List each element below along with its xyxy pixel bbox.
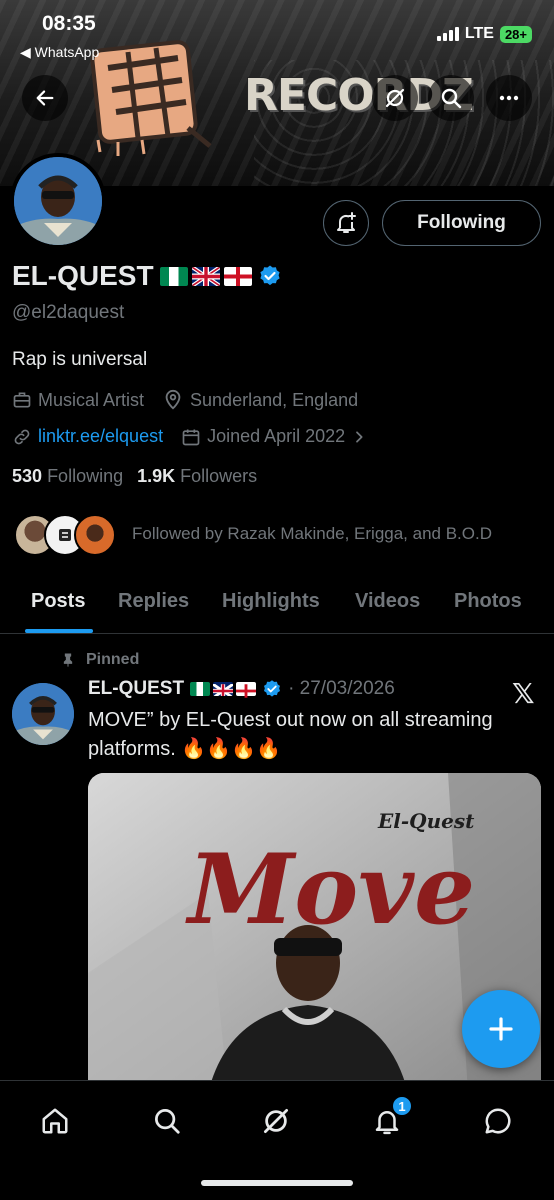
post-header: EL-QUEST · 27/03/2026: [88, 678, 395, 700]
pinned-label: Pinned: [86, 651, 140, 668]
battery-icon: 28+: [499, 25, 532, 43]
nav-home[interactable]: [33, 1099, 77, 1143]
back-button[interactable]: [22, 75, 68, 121]
location-pin-icon: [165, 389, 181, 410]
search-icon: [441, 88, 462, 109]
tab-highlights[interactable]: Highlights: [222, 590, 320, 613]
profile-tabs: Posts Replies Highlights Videos Photos: [0, 580, 554, 634]
link-icon: [14, 429, 30, 444]
home-icon: [42, 1108, 68, 1134]
following-button[interactable]: Following: [382, 200, 541, 246]
uk-flag-icon: [191, 266, 220, 286]
compose-post-button[interactable]: [462, 990, 540, 1068]
grok-icon: [264, 1109, 288, 1133]
messages-icon: [485, 1108, 511, 1134]
england-flag-icon: [236, 682, 257, 698]
post-flag-emojis: [190, 682, 257, 698]
search-icon: [155, 1109, 180, 1134]
briefcase-icon: [13, 392, 31, 408]
following-label: Following: [47, 466, 124, 486]
profile-meta-row-1: Musical Artist Sunderland, England: [12, 389, 358, 411]
nav-grok[interactable]: [254, 1099, 298, 1143]
grok-icon: [385, 88, 405, 108]
england-flag-icon: [223, 266, 252, 286]
profile-bio: Rap is universal: [12, 349, 148, 370]
nigeria-flag-icon: [190, 682, 211, 696]
status-indicators: LTE 28+: [436, 25, 532, 43]
home-indicator: [201, 1180, 353, 1186]
following-count: 530: [12, 466, 43, 486]
arrow-left-icon: [36, 90, 54, 106]
followers-label: Followers: [180, 466, 258, 486]
follow-counts: 530 Following 1.9K Followers: [12, 466, 257, 487]
status-time: 08:35: [42, 12, 96, 35]
post-author-name[interactable]: EL-QUEST: [88, 678, 184, 700]
signal-icon: [436, 27, 459, 41]
search-button[interactable]: [428, 75, 474, 121]
media-artist-text: El-Quest: [377, 809, 475, 833]
followed-by-text[interactable]: Followed by Razak Makinde, Erigga, and B…: [132, 524, 492, 544]
notification-badge: 1: [391, 1095, 413, 1117]
uk-flag-icon: [213, 682, 234, 696]
profile-name-row: EL-QUEST: [12, 260, 282, 292]
post-author-avatar[interactable]: [12, 683, 74, 745]
pinned-indicator: Pinned: [60, 651, 139, 669]
notify-button[interactable]: [323, 200, 369, 246]
profile-meta-row-2: linktr.ee/elquest Joined April 2022: [12, 426, 367, 447]
profile-joined-date[interactable]: Joined April 2022: [207, 426, 345, 447]
follower-avatar: [74, 514, 116, 556]
nav-messages[interactable]: [476, 1099, 520, 1143]
nigeria-flag-icon: [159, 266, 188, 286]
post-text: MOVE” by EL-Quest out now on all streami…: [88, 709, 493, 760]
nav-notifications[interactable]: 1: [365, 1095, 413, 1143]
tab-videos[interactable]: Videos: [355, 590, 420, 613]
tab-replies[interactable]: Replies: [118, 590, 189, 613]
followed-by-avatars[interactable]: [14, 514, 116, 556]
avatar-image: [14, 157, 102, 245]
profile-location: Sunderland, England: [190, 389, 359, 410]
chevron-right-icon[interactable]: [351, 429, 367, 445]
verified-badge-icon: [264, 680, 281, 697]
grok-button[interactable]: [372, 75, 418, 121]
flag-emojis: [159, 266, 252, 286]
bell-plus-icon: [337, 212, 356, 233]
following-count-link[interactable]: 530 Following: [12, 466, 123, 487]
pin-icon: [63, 653, 73, 667]
post-date-value: 27/03/2026: [299, 678, 395, 699]
profile-category: Musical Artist: [38, 389, 145, 410]
back-to-app-link[interactable]: ◀ WhatsApp: [20, 44, 99, 61]
tab-photos[interactable]: Photos: [454, 590, 522, 613]
calendar-icon: [182, 429, 200, 445]
plus-icon: [489, 1017, 513, 1041]
profile-avatar[interactable]: [10, 153, 106, 249]
profile-name: EL-QUEST: [12, 260, 154, 291]
post-date[interactable]: · 27/03/2026: [288, 678, 395, 700]
media-title-text: Move: [185, 833, 475, 946]
more-options-button[interactable]: [486, 75, 532, 121]
nav-search[interactable]: [145, 1099, 189, 1143]
avatar-image: [12, 683, 74, 745]
profile-website-link[interactable]: linktr.ee/elquest: [38, 426, 163, 447]
active-tab-indicator: [25, 629, 93, 633]
network-type: LTE: [464, 25, 494, 42]
verified-badge-icon[interactable]: [258, 264, 282, 288]
more-horizontal-icon: [499, 95, 519, 101]
tab-posts[interactable]: Posts: [31, 590, 85, 613]
followers-count-link[interactable]: 1.9K Followers: [137, 466, 257, 487]
followers-count: 1.9K: [137, 466, 176, 486]
profile-handle: @el2daquest: [12, 302, 125, 323]
